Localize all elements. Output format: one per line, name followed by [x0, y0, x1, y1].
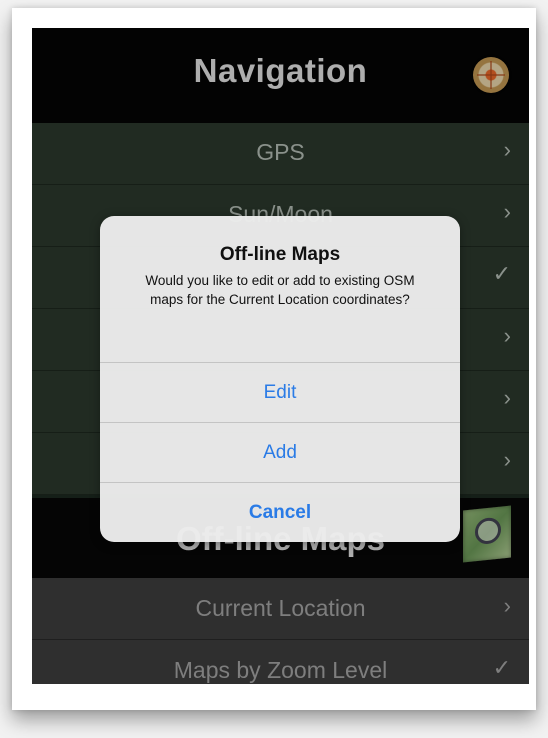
alert-title: Off-line Maps — [219, 244, 341, 265]
alert-message: Would you like to edit or add to existin… — [145, 273, 415, 307]
cancel-button[interactable]: Cancel — [100, 482, 460, 542]
edit-button[interactable]: Edit — [100, 362, 460, 423]
add-button[interactable]: Add — [100, 422, 460, 483]
app-screen: Navigation GPS › Sun/Moon › ✓ › › › Off-… — [32, 28, 529, 684]
offline-maps-alert: Off-line Maps Would you like to edit or … — [100, 216, 460, 542]
